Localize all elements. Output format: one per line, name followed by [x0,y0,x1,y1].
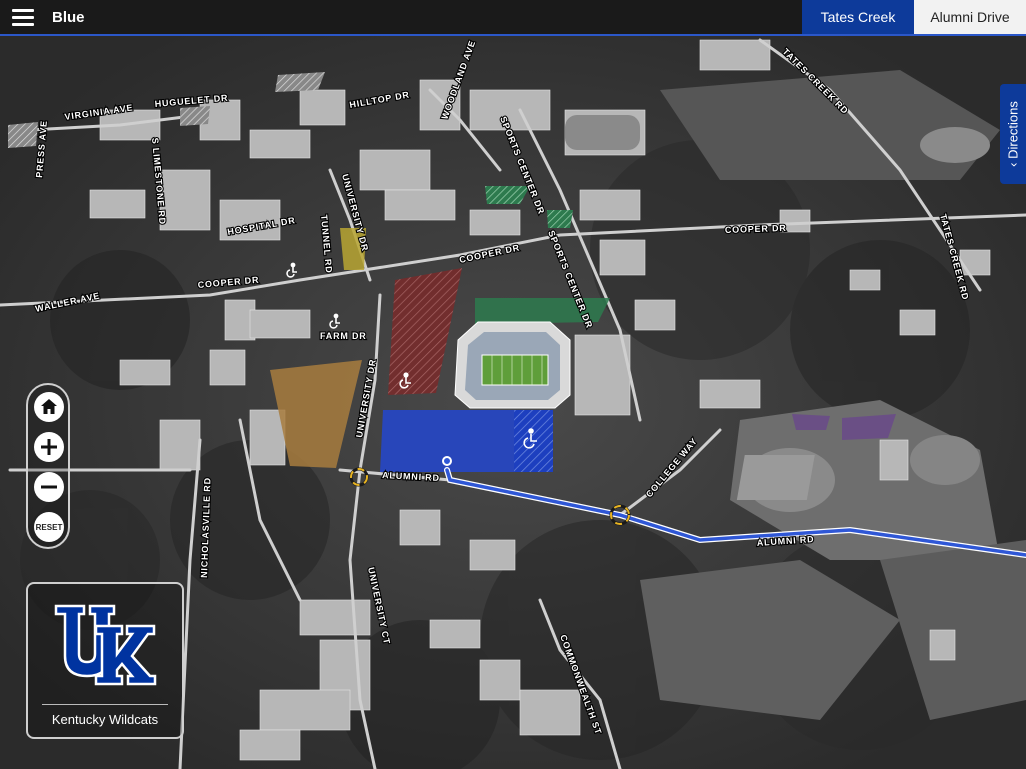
directions-label: Directions [1005,101,1021,159]
tab-alumni-drive[interactable]: Alumni Drive [914,0,1026,34]
directions-tab[interactable]: ‹ Directions [1000,84,1026,184]
kroger-field-stadium[interactable] [454,321,571,409]
zoom-out-button[interactable] [34,472,64,502]
tennis-courts [736,455,815,500]
route-start-marker[interactable] [442,456,452,466]
hamburger-menu-icon[interactable] [12,9,34,27]
page-title: Blue [52,9,85,26]
chevron-up-icon: ‹ [1005,162,1021,167]
home-button[interactable] [34,392,64,422]
tab-tates-creek[interactable]: Tates Creek [802,0,914,34]
parking-lot-gray-hatched-3[interactable] [180,106,210,126]
map-controls-panel: RESET [26,383,70,549]
directions-label-wrap: ‹ Directions [1006,101,1021,167]
label-farm-dr: FARM DR [320,331,367,341]
parking-lot-purple-2[interactable] [842,414,896,440]
uk-logo [54,604,157,686]
logo-divider [42,704,168,705]
top-bar: Blue Tates Creek Alumni Drive [0,0,1026,36]
parking-lot-gray-hatched-2[interactable] [8,122,38,148]
softball-field [910,435,980,485]
reset-button[interactable]: RESET [34,512,64,542]
logo-caption: Kentucky Wildcats [51,712,159,727]
plus-icon [41,439,57,455]
parking-lot-purple-1[interactable] [792,414,830,430]
home-icon [41,399,57,414]
reset-label: RESET [35,522,63,532]
parking-lot-gray-hatched-1[interactable] [275,72,325,92]
team-logo-panel: Kentucky Wildcats [26,582,184,739]
parking-lot-green-hatched-2[interactable] [547,210,573,228]
zoom-in-button[interactable] [34,432,64,462]
minus-icon [41,485,57,489]
